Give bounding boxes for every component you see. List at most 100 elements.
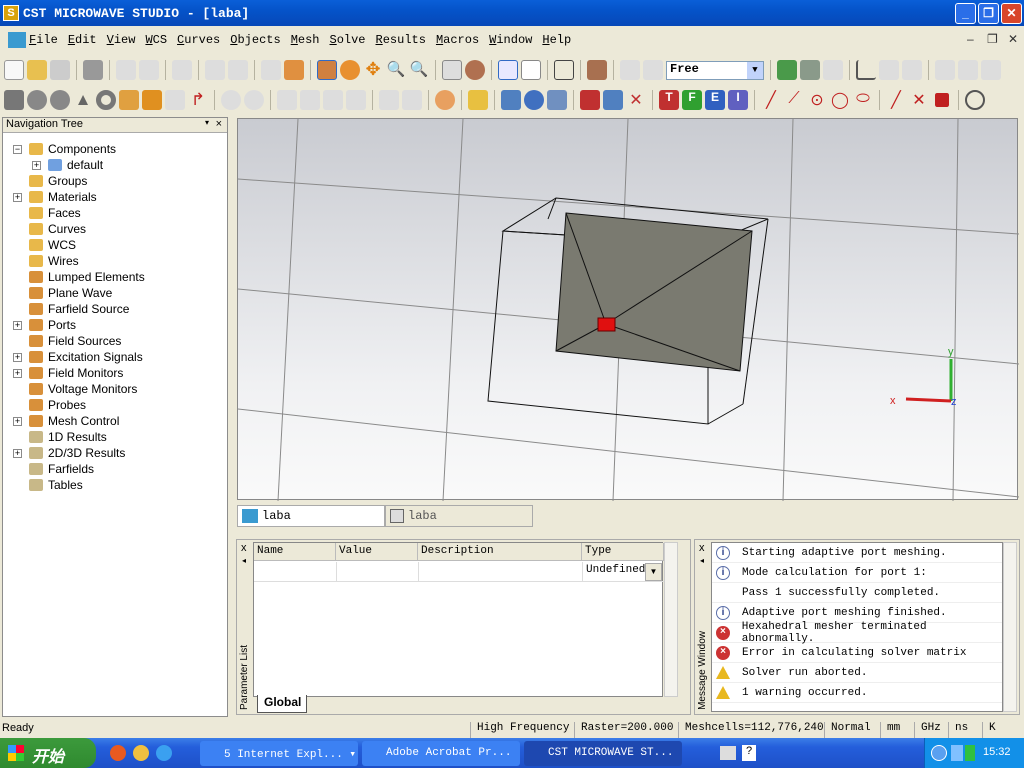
tree-item[interactable]: + Excitation Signals — [3, 349, 227, 365]
column-header-description[interactable]: Description — [418, 543, 582, 561]
expand-icon[interactable]: + — [13, 352, 22, 362]
new-file-icon[interactable] — [4, 60, 24, 80]
mesh-update-icon[interactable] — [823, 60, 843, 80]
tree-item[interactable]: WCS — [3, 237, 227, 253]
pick-point-icon[interactable] — [277, 90, 297, 110]
measure-icon[interactable] — [965, 90, 985, 110]
tree-item[interactable]: + Ports — [3, 317, 227, 333]
transform-icon[interactable] — [643, 60, 663, 80]
expand-icon[interactable]: + — [13, 192, 22, 202]
menu-objects[interactable]: Objects — [230, 33, 280, 47]
task-adobe-acrobat[interactable]: Adobe Acrobat Pr... — [362, 741, 520, 766]
waveguide-port-icon[interactable] — [580, 90, 600, 110]
tree-item[interactable]: Tables — [3, 477, 227, 493]
message-row[interactable]: Solver run aborted. — [712, 663, 1002, 683]
network-icon[interactable] — [951, 745, 963, 761]
tree-item[interactable]: Wires — [3, 253, 227, 269]
boundary-icon[interactable] — [547, 90, 567, 110]
axes-icon[interactable] — [856, 60, 876, 80]
wcs-rotate-icon[interactable] — [935, 60, 955, 80]
mdi-minimize-button[interactable]: – — [967, 32, 974, 46]
tree-item[interactable]: Lumped Elements — [3, 269, 227, 285]
message-row[interactable]: × Hexahedral mesher terminated abnormally… — [712, 621, 1002, 645]
frequency-solver-icon[interactable]: F — [682, 90, 702, 110]
save-icon[interactable] — [50, 60, 70, 80]
close-button[interactable]: ✕ — [1001, 3, 1022, 24]
ellipse-icon[interactable]: ⬭ — [853, 90, 873, 110]
polyline-icon[interactable]: ⟋ — [784, 90, 804, 110]
menu-macros[interactable]: Macros — [436, 33, 479, 47]
rectangle-icon[interactable] — [935, 93, 949, 107]
chevron-down-icon[interactable]: ▾ — [205, 118, 209, 127]
keyboard-icon[interactable] — [720, 746, 736, 760]
arc-icon[interactable]: ◯ — [830, 90, 850, 110]
cylinder-icon[interactable] — [50, 90, 70, 110]
tree-item[interactable]: + Field Monitors — [3, 365, 227, 381]
lumped-element-icon[interactable]: ✕ — [626, 90, 646, 110]
align-icon[interactable] — [620, 60, 640, 80]
tab-global[interactable]: Global — [257, 695, 307, 713]
menu-mesh[interactable]: Mesh — [291, 33, 320, 47]
close-icon[interactable]: × — [216, 118, 222, 130]
scrollbar[interactable] — [664, 542, 678, 697]
tree-item[interactable]: Farfields — [3, 461, 227, 477]
trim-curve-icon[interactable]: ✕ — [909, 90, 929, 110]
blend-icon[interactable] — [379, 90, 399, 110]
mdi-close-button[interactable]: ✕ — [1008, 32, 1018, 46]
message-row[interactable]: i Starting adaptive port meshing. — [712, 543, 1002, 563]
loft-icon[interactable] — [165, 90, 185, 110]
tree-item[interactable]: + Materials — [3, 189, 227, 205]
eigenmode-solver-icon[interactable]: E — [705, 90, 725, 110]
scrollbar[interactable] — [1003, 542, 1017, 712]
check-icon[interactable] — [228, 60, 248, 80]
internet-explorer-icon[interactable] — [156, 745, 172, 761]
message-row[interactable]: Pass 1 successfully completed. — [712, 583, 1002, 603]
draw-line-icon[interactable]: ╱ — [761, 90, 781, 110]
mdi-restore-button[interactable]: ❐ — [987, 32, 998, 46]
chamfer-icon[interactable] — [402, 90, 422, 110]
tree-item[interactable]: + Mesh Control — [3, 413, 227, 429]
integral-solver-icon[interactable]: I — [728, 90, 748, 110]
table-row[interactable]: Undefined ▼ — [254, 562, 664, 582]
circle-icon[interactable]: ⊙ — [807, 90, 827, 110]
3d-viewport[interactable]: y x z — [237, 118, 1020, 502]
menu-solve[interactable]: Solve — [330, 33, 366, 47]
mesh-properties-icon[interactable] — [800, 60, 820, 80]
collapse-icon[interactable]: ◂ — [700, 556, 704, 565]
chevron-down-icon[interactable]: ▼ — [747, 61, 763, 79]
frequency-range-icon[interactable] — [501, 90, 521, 110]
expand-icon[interactable]: + — [32, 160, 41, 170]
tab-schematic[interactable]: laba — [385, 505, 533, 527]
tree-item[interactable]: Voltage Monitors — [3, 381, 227, 397]
spline-icon[interactable]: ╱ — [886, 90, 906, 110]
pick-edge-icon[interactable] — [300, 90, 320, 110]
menu-edit[interactable]: Edit — [68, 33, 97, 47]
message-row[interactable]: 1 warning occurred. — [712, 683, 1002, 703]
discrete-port-icon[interactable] — [603, 90, 623, 110]
collapse-icon[interactable]: − — [13, 144, 22, 154]
print-icon[interactable] — [83, 60, 103, 80]
wcs-move-icon[interactable] — [902, 60, 922, 80]
reset-view-icon[interactable] — [442, 60, 462, 80]
spin-icon[interactable] — [340, 60, 360, 80]
pan-icon[interactable]: ✥ — [363, 60, 383, 80]
background-icon[interactable] — [524, 90, 544, 110]
copy-icon[interactable] — [172, 60, 192, 80]
torus-icon[interactable] — [96, 90, 116, 110]
expand-icon[interactable]: + — [13, 448, 22, 458]
pick-icon[interactable] — [498, 60, 518, 80]
rotate-view-icon[interactable] — [317, 60, 337, 80]
tree-item[interactable]: Probes — [3, 397, 227, 413]
tree-item[interactable]: +2D/3D Results — [3, 445, 227, 461]
tree-item[interactable]: Plane Wave — [3, 285, 227, 301]
expand-icon[interactable]: + — [13, 416, 22, 426]
expand-icon[interactable]: + — [13, 320, 22, 330]
tree-item[interactable]: 1D Results — [3, 429, 227, 445]
expand-icon[interactable]: + — [13, 368, 22, 378]
wcs-local-icon[interactable] — [981, 60, 1001, 80]
close-icon[interactable]: x — [699, 542, 705, 554]
menu-help[interactable]: Help — [542, 33, 571, 47]
start-button[interactable]: 开始 — [0, 738, 96, 768]
model-canvas[interactable]: y x z — [237, 118, 1020, 502]
units-icon[interactable] — [468, 90, 488, 110]
